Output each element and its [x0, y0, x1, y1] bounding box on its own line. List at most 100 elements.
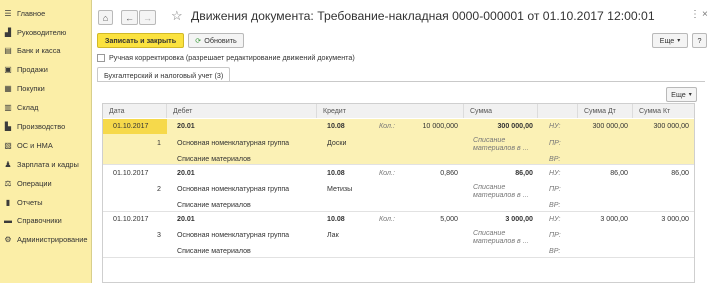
- refresh-button[interactable]: ⟳ Обновить: [188, 33, 244, 48]
- credit-account: 10.08: [327, 169, 345, 177]
- manual-edit-row: Ручная корректировка (разрешает редактир…: [97, 53, 355, 62]
- refresh-icon: ⟳: [195, 36, 202, 45]
- more-label: Еще: [659, 36, 675, 45]
- sum-value: 3 000,00: [505, 215, 533, 223]
- row-date: 01.10.2017: [113, 169, 149, 177]
- save-and-close-button[interactable]: Записать и закрыть: [97, 33, 184, 48]
- table-row[interactable]: 01.10.2017 1 20.01 Основная номенклатурн…: [103, 119, 694, 165]
- sidebar-item-sales[interactable]: ▣ Продажи: [0, 59, 92, 79]
- sum-value: 86,00: [515, 169, 533, 177]
- qty-value: 10 000,000: [422, 122, 458, 130]
- sidebar-item-manager[interactable]: ▟ Руководителю: [0, 22, 92, 42]
- sidebar-item-label: Операции: [17, 178, 52, 188]
- sidebar-item-purchases[interactable]: ▦ Покупки: [0, 78, 92, 98]
- tab-label: Бухгалтерский и налоговый учет (3): [104, 70, 224, 80]
- credit-subconto-1: Лак: [327, 231, 339, 239]
- debit-account: 20.01: [177, 122, 195, 130]
- table-row[interactable]: 01.10.2017 3 20.01 Основная номенклатурн…: [103, 212, 694, 258]
- gear-icon: ⚙: [4, 234, 12, 244]
- credit-subconto-1: Доски: [327, 139, 347, 147]
- col-sum[interactable]: Сумма: [464, 104, 538, 118]
- movements-table: Дата Дебет Кредит Сумма Сумма Дт Сумма К…: [102, 103, 695, 283]
- sidebar-item-directories[interactable]: ▬ Справочники: [0, 210, 92, 230]
- sum-note: Списание материалов в ...: [473, 183, 529, 199]
- sidebar-item-warehouse[interactable]: ▥ Склад: [0, 97, 92, 117]
- sidebar-item-production[interactable]: ▙ Производство: [0, 116, 92, 136]
- reports-icon: ▮: [5, 197, 11, 207]
- sum-kt-value: 300 000,00: [653, 122, 689, 130]
- col-sum-dt[interactable]: Сумма Дт: [578, 104, 633, 118]
- pr-label: ПР:: [549, 185, 561, 193]
- sidebar-item-main[interactable]: ☰ Главное: [0, 3, 92, 23]
- debit-subconto-2: Списание материалов: [177, 155, 251, 163]
- sidebar-item-salary[interactable]: ♟ Зарплата и кадры: [0, 154, 92, 174]
- debit-subconto-1: Основная номенклатурная группа: [177, 185, 290, 193]
- debit-account: 20.01: [177, 169, 195, 177]
- vr-label: ВР:: [549, 155, 561, 163]
- col-debit[interactable]: Дебет: [167, 104, 317, 118]
- chevron-down-icon: ▾: [688, 92, 692, 98]
- sidebar-item-operations[interactable]: ⚖ Операции: [0, 173, 92, 193]
- sidebar-item-label: Склад: [17, 102, 39, 112]
- row-num: 2: [157, 185, 161, 193]
- sum-note: Списание материалов в ...: [473, 136, 529, 152]
- nu-label: НУ:: [549, 169, 561, 177]
- factory-icon: ▙: [4, 121, 12, 131]
- sidebar-item-label: ОС и НМА: [17, 140, 53, 150]
- basket-icon: ▦: [4, 83, 12, 93]
- sidebar-item-label: Отчеты: [17, 197, 43, 207]
- sidebar-item-admin[interactable]: ⚙ Администрирование: [0, 229, 92, 249]
- col-credit[interactable]: Кредит: [317, 104, 464, 118]
- qty-value: 5,000: [440, 215, 458, 223]
- sidebar-item-reports[interactable]: ▮ Отчеты: [0, 192, 92, 212]
- sidebar-item-assets[interactable]: ▧ ОС и НМА: [0, 135, 92, 155]
- manual-edit-checkbox[interactable]: [97, 53, 105, 62]
- chevron-down-icon: ▾: [677, 38, 681, 44]
- sidebar-item-bank[interactable]: ▤ Банк и касса: [0, 40, 92, 60]
- sidebar-item-label: Банк и касса: [17, 45, 61, 55]
- forward-button[interactable]: →: [139, 10, 156, 25]
- help-button[interactable]: ?: [692, 33, 707, 48]
- row-date: 01.10.2017: [113, 215, 149, 223]
- tab-divider: [97, 81, 705, 82]
- sum-dt-value: 3 000,00: [600, 215, 628, 223]
- chart-icon: ▟: [4, 27, 12, 37]
- manual-edit-label: Ручная корректировка (разрешает редактир…: [109, 53, 355, 62]
- pr-label: ПР:: [549, 231, 561, 239]
- home-button[interactable]: ⌂: [98, 10, 113, 25]
- sidebar-item-label: Зарплата и кадры: [17, 159, 79, 169]
- col-sum-kt[interactable]: Сумма Кт: [633, 104, 694, 118]
- table-more-button[interactable]: Еще ▾: [666, 87, 697, 102]
- back-button[interactable]: ←: [121, 10, 138, 25]
- more-button[interactable]: Еще ▾: [652, 33, 688, 48]
- favorite-star-icon[interactable]: ☆: [171, 8, 183, 24]
- warehouse-icon: ▥: [4, 102, 12, 112]
- tab-accounting[interactable]: Бухгалтерский и налоговый учет (3): [97, 67, 231, 82]
- vr-label: ВР:: [549, 201, 561, 209]
- row-num: 3: [157, 231, 161, 239]
- sidebar-item-label: Справочники: [17, 215, 62, 225]
- debit-subconto-1: Основная номенклатурная группа: [177, 139, 290, 147]
- refresh-label: Обновить: [204, 36, 237, 45]
- table-more-label: Еще: [671, 90, 686, 99]
- qty-label: Кол.:: [379, 215, 395, 223]
- table-row[interactable]: 01.10.2017 2 20.01 Основная номенклатурн…: [103, 166, 694, 212]
- sum-dt-value: 300 000,00: [592, 122, 628, 130]
- col-date[interactable]: Дата: [103, 104, 167, 118]
- sidebar: ☰ Главное ▟ Руководителю ▤ Банк и касса …: [0, 0, 92, 283]
- nu-label: НУ:: [549, 215, 561, 223]
- debit-subconto-2: Списание материалов: [177, 247, 251, 255]
- credit-subconto-1: Метизы: [327, 185, 353, 193]
- bank-icon: ▤: [4, 45, 12, 55]
- vr-label: ВР:: [549, 247, 561, 255]
- cart-icon: ▣: [4, 64, 12, 74]
- sum-dt-value: 86,00: [610, 169, 628, 177]
- people-icon: ♟: [4, 159, 12, 169]
- close-icon[interactable]: ×: [702, 9, 708, 20]
- qty-value: 0,860: [440, 169, 458, 177]
- more-dots-icon[interactable]: ⋮: [690, 9, 700, 20]
- nu-label: НУ:: [549, 122, 561, 130]
- arrow-left-icon: ←: [125, 12, 134, 23]
- home-lines-icon: ☰: [4, 8, 12, 18]
- credit-account: 10.08: [327, 122, 345, 130]
